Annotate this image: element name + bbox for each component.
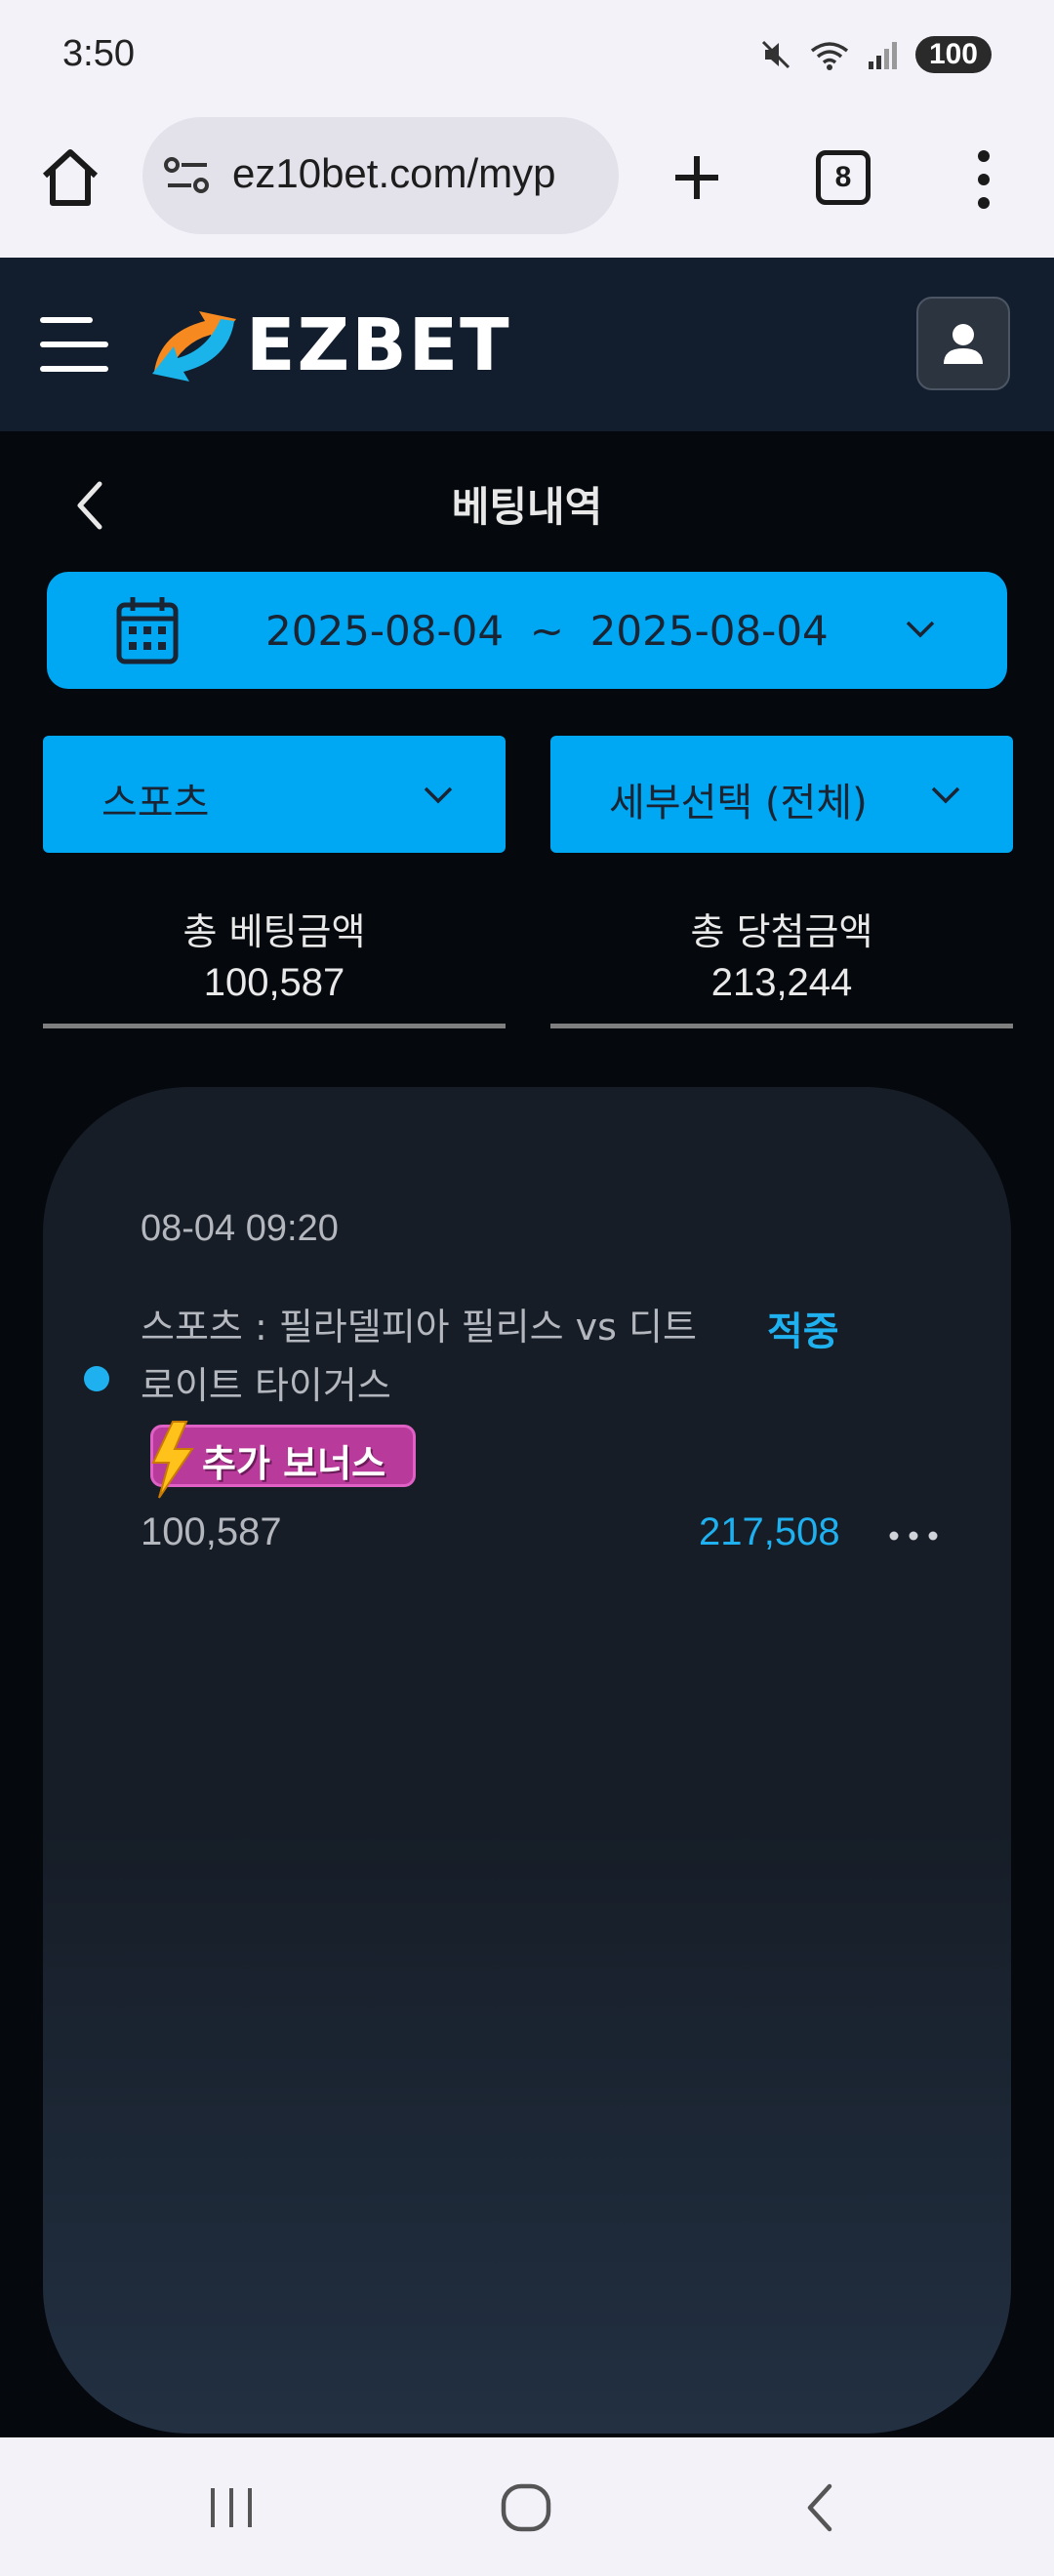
site-settings-icon[interactable] (164, 156, 211, 195)
user-icon (944, 324, 983, 364)
total-bet-value: 100,587 (203, 961, 345, 1004)
system-nav-bar (0, 2437, 1054, 2576)
bet-datetime: 08-04 09:20 (141, 1208, 339, 1249)
category-select[interactable]: 스포츠 (43, 736, 506, 853)
hamburger-menu-icon[interactable] (39, 310, 111, 379)
detail-select[interactable]: 세부선택 (전체) (550, 736, 1013, 853)
logo-text: EZBET (246, 303, 511, 387)
battery-badge: 100 (914, 36, 992, 73)
total-bet-summary: 총 베팅금액 100,587 (43, 898, 506, 1028)
calendar-icon (116, 597, 179, 664)
mute-icon (761, 40, 790, 69)
total-win-value: 213,244 (710, 961, 853, 1004)
status-time: 3:50 (62, 33, 135, 74)
detail-select-label: 세부선택 (전체) (609, 781, 868, 825)
home-nav-icon[interactable] (492, 2478, 560, 2537)
bonus-badge: 추가 보너스 (150, 1421, 416, 1499)
wifi-icon (810, 42, 849, 70)
status-bar: 3:50 100 (0, 0, 1054, 109)
browser-toolbar: ez10bet.com/myp 8 (0, 109, 1054, 258)
total-win-summary: 총 당첨금액 213,244 (550, 898, 1013, 1028)
date-range-text: 2025-08-04 ~ 2025-08-04 (265, 607, 829, 655)
bet-status-dot (84, 1366, 109, 1391)
new-tab-icon[interactable] (669, 142, 724, 213)
address-bar[interactable]: ez10bet.com/myp (142, 117, 619, 234)
logo-mark-icon (152, 311, 236, 382)
bet-payout: 217,508 (699, 1510, 840, 1553)
home-icon[interactable] (35, 142, 105, 213)
bet-history-card: 08-04 09:20 스포츠 : 필라델피아 필리스 vs 디트로이트 타이거… (43, 1087, 1011, 2434)
more-menu-icon[interactable] (966, 148, 1001, 211)
chevron-down-icon (906, 621, 935, 638)
tab-switcher-button[interactable]: 8 (816, 150, 871, 205)
url-text[interactable]: ez10bet.com/myp (232, 150, 603, 197)
bet-result-status: 적중 (767, 1309, 839, 1354)
total-win-label: 총 당첨금액 (690, 910, 873, 953)
total-bet-label: 총 베팅금액 (182, 910, 366, 953)
bet-match[interactable]: 스포츠 : 필라델피아 필리스 vs 디트로이트 타이거스 (141, 1298, 707, 1415)
chevron-down-icon (931, 786, 960, 804)
status-icons: 100 (759, 33, 992, 76)
bonus-badge-text: 추가 보너스 (202, 1442, 386, 1485)
page-title: 베팅내역 (451, 483, 603, 531)
back-nav-icon[interactable] (787, 2478, 855, 2537)
site-header: EZBET (0, 258, 1054, 431)
date-range-picker[interactable]: 2025-08-04 ~ 2025-08-04 (47, 572, 1007, 689)
recent-apps-icon[interactable] (197, 2478, 265, 2537)
signal-icon (868, 42, 897, 69)
lightning-icon (151, 1421, 194, 1499)
category-select-label: 스포츠 (101, 781, 210, 825)
more-options-icon[interactable] (884, 1507, 943, 1557)
user-account-button[interactable] (916, 297, 1010, 390)
bet-amount: 100,587 (141, 1510, 282, 1553)
site-logo[interactable]: EZBET (146, 297, 576, 394)
chevron-down-icon (424, 786, 453, 804)
